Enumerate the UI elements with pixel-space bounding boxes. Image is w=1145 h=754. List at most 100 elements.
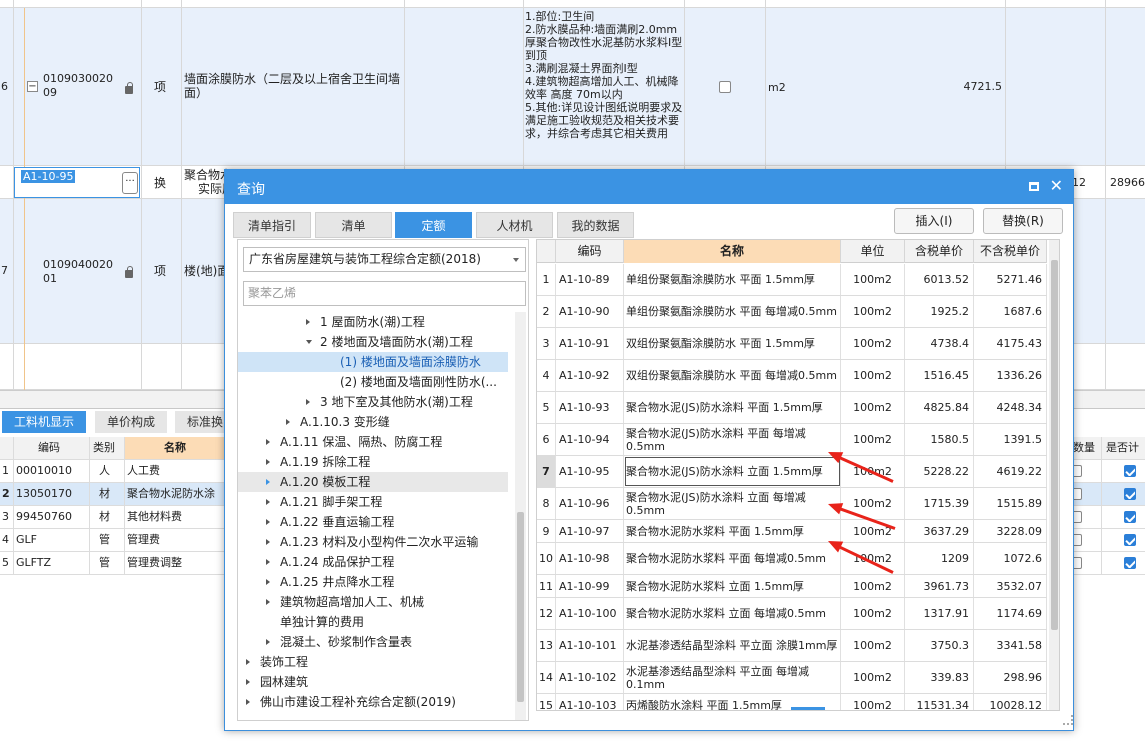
caret-right-icon[interactable]: [266, 479, 270, 485]
caret-right-icon[interactable]: [266, 639, 270, 645]
cell-name: 聚合物水泥(JS)防水涂料 平面 1.5mm厚: [624, 392, 841, 423]
ellipsis-button[interactable]: ···: [122, 172, 138, 194]
row-index: 6: [1, 80, 8, 93]
caret-right-icon[interactable]: [286, 419, 290, 425]
caret-right-icon[interactable]: [266, 539, 270, 545]
scrollbar-thumb[interactable]: [1051, 260, 1058, 630]
query-dialog: 查询 ✕ 清单指引 清单 定额 人材机 我的数据 插入(I) 替换(R) 广东省…: [224, 169, 1074, 731]
tree-item-label: 3 地下室及其他防水(潮)工程: [320, 395, 473, 409]
tree-item[interactable]: A.1.20 模板工程: [238, 472, 508, 492]
tab-quota[interactable]: 定额: [395, 212, 472, 238]
tab-resource-display[interactable]: 工料机显示: [2, 411, 87, 433]
row-checkbox[interactable]: [719, 81, 731, 93]
caret-right-icon[interactable]: [306, 399, 310, 405]
table-row[interactable]: 14 A1-10-102 水泥基渗透结晶型涂料 平立面 每增减0.1mm 100m2 3…: [537, 662, 1047, 694]
tree-item[interactable]: A.1.21 脚手架工程: [238, 492, 508, 512]
tab-materials[interactable]: 人材机: [476, 212, 553, 238]
tree-item[interactable]: A.1.22 垂直运输工程: [238, 512, 508, 532]
tree-item-label: (1) 楼地面及墙面涂膜防水: [340, 355, 481, 369]
tab-my-data[interactable]: 我的数据: [557, 212, 634, 238]
caret-right-icon[interactable]: [246, 699, 250, 705]
tree-item[interactable]: 单独计算的费用: [238, 612, 508, 632]
cell-notax: 1072.6: [974, 543, 1047, 574]
row-checkbox[interactable]: [1124, 465, 1136, 477]
table-row[interactable]: 5 A1-10-93 聚合物水泥(JS)防水涂料 平面 1.5mm厚 100m2 482…: [537, 392, 1047, 424]
cell-code: A1-10-90: [556, 296, 624, 327]
caret-right-icon[interactable]: [266, 439, 270, 445]
tab-bill-guide[interactable]: 清单指引: [233, 212, 311, 238]
table-row[interactable]: 1 A1-10-89 单组份聚氨酯涂膜防水 平面 1.5mm厚 100m2 6013.5…: [537, 264, 1047, 296]
tree-item[interactable]: 混凝土、砂浆制作含量表: [238, 632, 508, 652]
tree-item[interactable]: 佛山市建设工程补充综合定额(2019): [238, 692, 508, 712]
caret-right-icon[interactable]: [246, 659, 250, 665]
table-scrollbar[interactable]: [1049, 240, 1059, 710]
tree-item[interactable]: 3 地下室及其他防水(潮)工程: [238, 392, 508, 412]
insert-button[interactable]: 插入(I): [894, 208, 974, 234]
code-edit-field[interactable]: A1-10-95 ···: [14, 167, 140, 198]
caret-right-icon[interactable]: [246, 679, 250, 685]
resize-grip-icon[interactable]: [1063, 715, 1073, 725]
close-icon[interactable]: ✕: [1050, 176, 1063, 195]
table-row[interactable]: 10 A1-10-98 聚合物水泥防水浆料 平面 每增减0.5mm 100m2 1209…: [537, 543, 1047, 575]
cell-unit: 100m2: [841, 360, 905, 391]
tree-scrollbar[interactable]: [515, 312, 526, 720]
tree-item[interactable]: 1 屋面防水(潮)工程: [238, 312, 508, 332]
tree-item[interactable]: A.1.19 拆除工程: [238, 452, 508, 472]
cell-tax: 5228.22: [905, 456, 974, 487]
tree-item[interactable]: A.1.10.3 变形缝: [238, 412, 508, 432]
caret-right-icon[interactable]: [266, 579, 270, 585]
maximize-icon[interactable]: [1029, 182, 1039, 191]
caret-right-icon[interactable]: [266, 499, 270, 505]
row-checkbox[interactable]: [1124, 534, 1136, 546]
cell-code: A1-10-89: [556, 264, 624, 295]
scroll-indicator[interactable]: [791, 707, 825, 710]
tree-item[interactable]: A.1.11 保温、隔热、防腐工程: [238, 432, 508, 452]
cell-name: 双组份聚氨酯涂膜防水 平面 每增减0.5mm: [624, 360, 841, 391]
tree-item[interactable]: (2) 楼地面及墙面刚性防水(...: [238, 372, 508, 392]
cell-unit: 100m2: [841, 328, 905, 359]
tree-item[interactable]: A.1.24 成品保护工程: [238, 552, 508, 572]
table-row[interactable]: 4 A1-10-92 双组份聚氨酯涂膜防水 平面 每增减0.5mm 100m2 1516…: [537, 360, 1047, 392]
table-row[interactable]: 11 A1-10-99 聚合物水泥防水浆料 立面 1.5mm厚 100m2 3961.7…: [537, 575, 1047, 598]
collapse-icon[interactable]: −: [27, 81, 38, 92]
row-checkbox[interactable]: [1124, 557, 1136, 569]
caret-right-icon[interactable]: [266, 599, 270, 605]
caret-right-icon[interactable]: [266, 559, 270, 565]
row-features: 1.部位:卫生间 2.防水膜品种:墙面满刷2.0mm厚聚合物改性水泥基防水浆料Ⅰ…: [525, 10, 683, 140]
quota-library-select[interactable]: 广东省房屋建筑与装饰工程综合定额(2018): [243, 247, 526, 272]
table-row[interactable]: 3 A1-10-91 双组份聚氨酯涂膜防水 平面 1.5mm厚 100m2 4738.4…: [537, 328, 1047, 360]
caret-right-icon[interactable]: [306, 319, 310, 325]
tree-item[interactable]: A.1.23 材料及小型构件二次水平运输: [238, 532, 508, 552]
table-row[interactable]: 9 A1-10-97 聚合物水泥防水浆料 平面 1.5mm厚 100m2 3637.29…: [537, 520, 1047, 543]
tree-item[interactable]: 装饰工程: [238, 652, 508, 672]
cell-name: 水泥基渗透结晶型涂料 平立面 涂膜1mm厚: [624, 630, 841, 661]
dialog-titlebar[interactable]: 查询 ✕: [225, 170, 1073, 204]
replace-button[interactable]: 替换(R): [983, 208, 1063, 234]
cell-code: A1-10-97: [556, 520, 624, 542]
tree-item[interactable]: (1) 楼地面及墙面涂膜防水: [238, 352, 508, 372]
tree-item[interactable]: 建筑物超高增加人工、机械: [238, 592, 508, 612]
cell-n: 7: [537, 456, 556, 487]
cell-name: 聚合物水泥(JS)防水涂料 立面 1.5mm厚: [624, 456, 841, 487]
table-row[interactable]: 12 A1-10-100 聚合物水泥防水浆料 立面 每增减0.5mm 100m2 131…: [537, 598, 1047, 630]
row-extra: 289669: [1110, 176, 1145, 189]
caret-down-icon[interactable]: [306, 340, 312, 344]
caret-right-icon[interactable]: [266, 519, 270, 525]
search-input[interactable]: 聚苯乙烯: [243, 281, 526, 306]
scrollbar-thumb[interactable]: [517, 512, 524, 702]
row-checkbox[interactable]: [1124, 511, 1136, 523]
table-header: 编码 名称 单位 含税单价 不含税单价: [537, 240, 1047, 263]
table-row[interactable]: 2 A1-10-90 单组份聚氨酯涂膜防水 平面 每增减0.5mm 100m2 1925…: [537, 296, 1047, 328]
tab-price-composition[interactable]: 单价构成: [95, 411, 168, 433]
cell-notax: 1336.26: [974, 360, 1047, 391]
tree-item[interactable]: A.1.25 井点降水工程: [238, 572, 508, 592]
tree-item[interactable]: 2 楼地面及墙面防水(潮)工程: [238, 332, 508, 352]
row-checkbox[interactable]: [1124, 488, 1136, 500]
tree-item[interactable]: 园林建筑: [238, 672, 508, 692]
table-row[interactable]: 6 A1-10-94 聚合物水泥(JS)防水涂料 平面 每增减0.5mm 100m2 1…: [537, 424, 1047, 456]
tab-bill[interactable]: 清单: [315, 212, 392, 238]
table-row[interactable]: 7A1-10-95聚合物水泥(JS)防水涂料 立面 1.5mm厚100m2522…: [537, 456, 1047, 488]
table-row[interactable]: 13 A1-10-101 水泥基渗透结晶型涂料 平立面 涂膜1mm厚 100m2 375…: [537, 630, 1047, 662]
table-row[interactable]: 8 A1-10-96 聚合物水泥(JS)防水涂料 立面 每增减0.5mm 100m2 1…: [537, 488, 1047, 520]
caret-right-icon[interactable]: [266, 459, 270, 465]
